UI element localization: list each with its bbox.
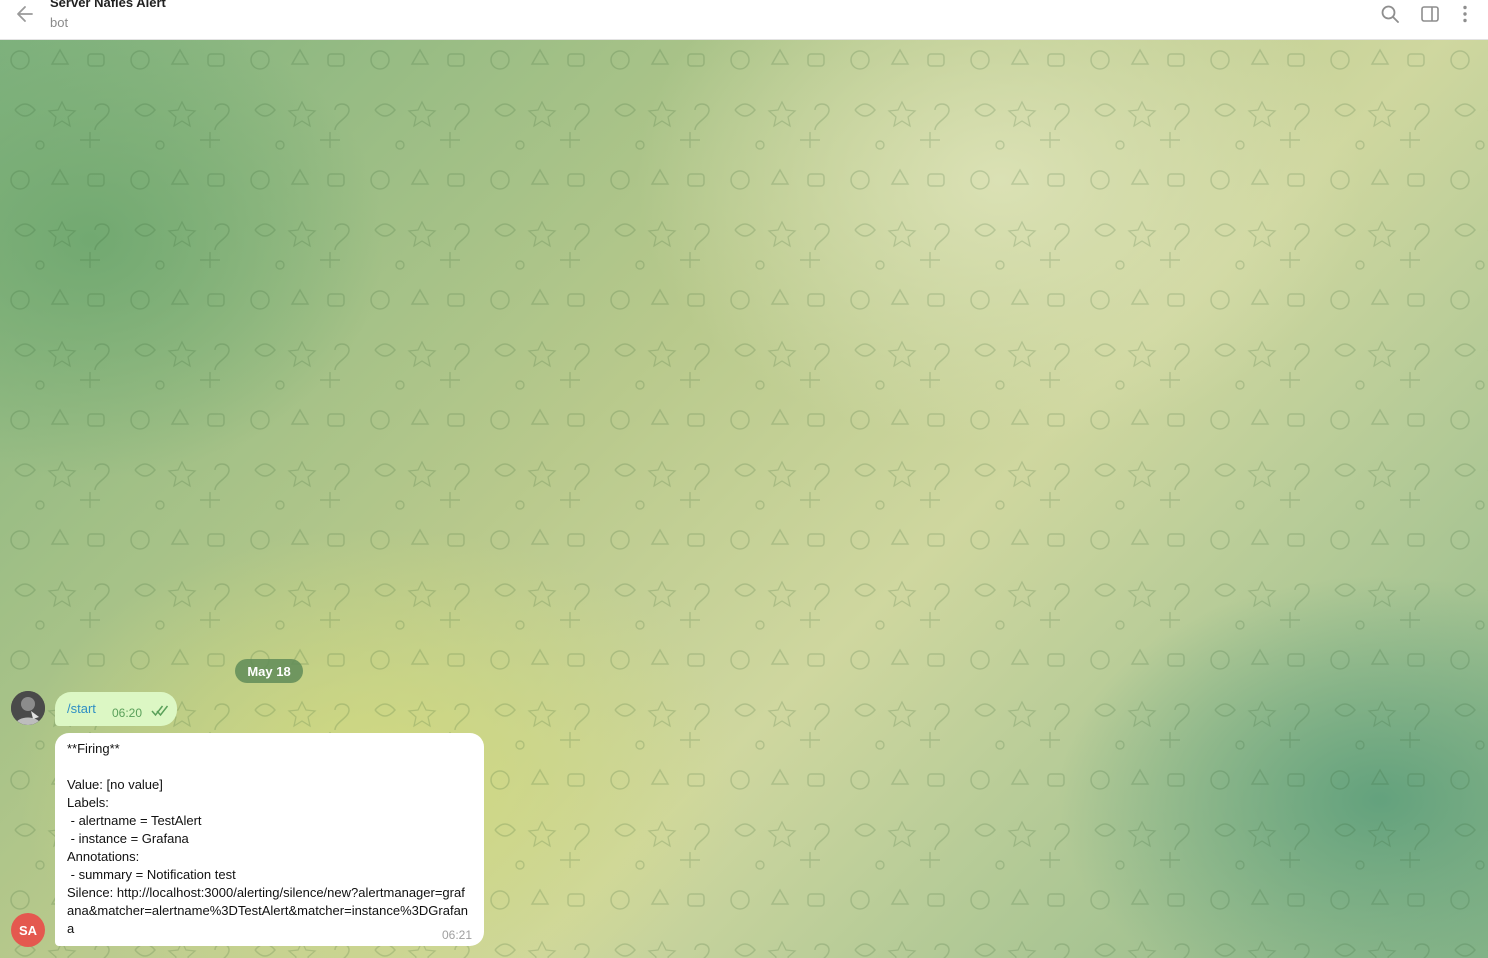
telegram-chat-window: Server Nafies Alert bot May 18 /start 06… [0, 0, 1488, 958]
back-button[interactable] [10, 2, 40, 26]
date-separator: May 18 [235, 659, 303, 683]
double-check-icon [151, 705, 169, 717]
back-arrow-icon [17, 6, 33, 22]
chat-header: Server Nafies Alert bot [0, 0, 1488, 40]
message-time: 06:20 [112, 706, 143, 720]
more-menu-button[interactable] [1454, 3, 1476, 25]
user-photo-icon [11, 691, 45, 725]
user-avatar[interactable] [11, 691, 45, 725]
sidebar-toggle-button[interactable] [1419, 3, 1441, 25]
alert-message-text[interactable]: **Firing** Value: [no value] Labels: - a… [67, 740, 472, 938]
search-button[interactable] [1379, 3, 1401, 25]
search-icon [1381, 5, 1399, 23]
more-vertical-icon [1463, 5, 1467, 23]
bot-avatar[interactable]: SA [11, 913, 45, 947]
incoming-message-bubble[interactable]: **Firing** Value: [no value] Labels: - a… [55, 733, 484, 946]
sidebar-toggle-icon [1421, 6, 1439, 22]
outgoing-message-bubble[interactable]: /start 06:20 [55, 692, 177, 726]
bot-command-link[interactable]: /start [67, 701, 96, 716]
chat-title[interactable]: Server Nafies Alert [50, 0, 166, 10]
chat-subtitle: bot [50, 15, 69, 30]
message-time: 06:21 [441, 928, 472, 942]
